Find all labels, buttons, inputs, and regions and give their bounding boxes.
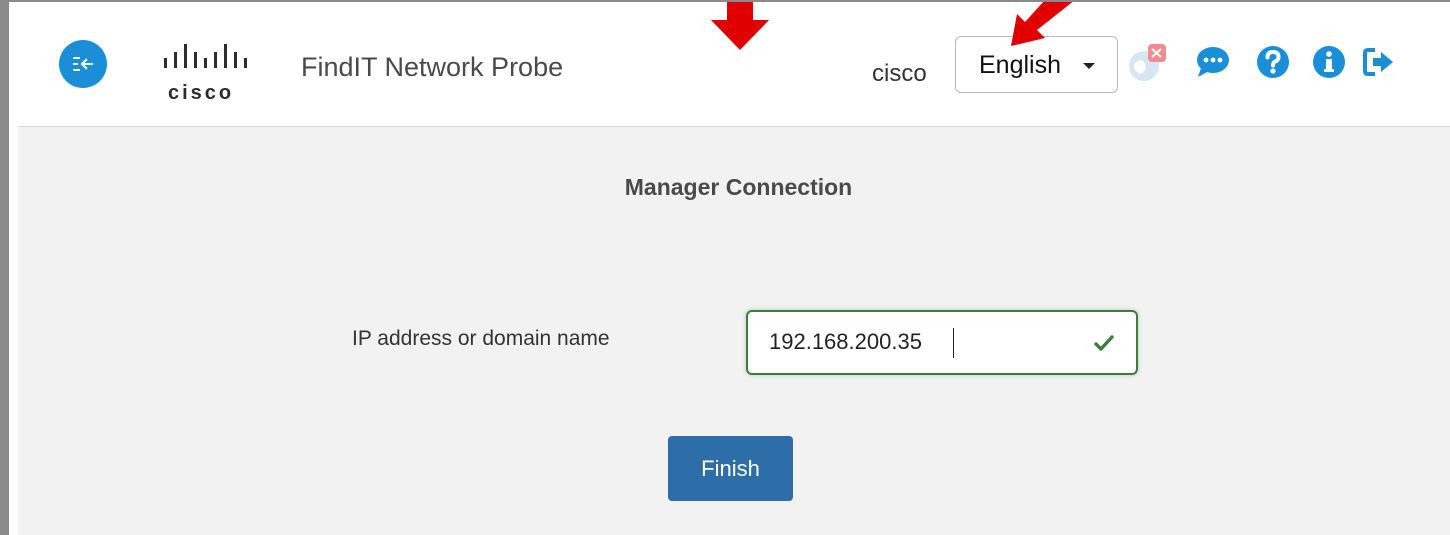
- language-select[interactable]: English: [955, 36, 1118, 93]
- notifications-globe-icon: [1129, 44, 1166, 81]
- help-icon: [1257, 46, 1289, 78]
- logout-icon: [1363, 48, 1393, 76]
- chevron-down-icon: [1083, 63, 1095, 69]
- username-label[interactable]: cisco: [872, 60, 927, 88]
- app-title: FindIT Network Probe: [301, 52, 564, 82]
- valid-check-icon: [1094, 335, 1114, 351]
- language-selected-label: English: [979, 51, 1061, 79]
- info-button[interactable]: [1311, 44, 1347, 80]
- chat-button[interactable]: [1195, 44, 1231, 80]
- text-cursor: [953, 328, 954, 358]
- page-title: Manager Connection: [624, 174, 853, 200]
- collapse-menu-button[interactable]: [59, 40, 107, 88]
- ip-address-input[interactable]: [769, 326, 1069, 358]
- cisco-logo: cisco: [154, 42, 278, 104]
- notifications-button[interactable]: [1128, 44, 1166, 81]
- info-icon: [1313, 46, 1345, 78]
- chat-icon: [1197, 47, 1229, 77]
- ip-address-field[interactable]: [746, 310, 1138, 375]
- top-header: cisco FindIT Network Probe cisco English: [18, 4, 1450, 127]
- app-window: cisco FindIT Network Probe cisco English: [0, 0, 1450, 535]
- finish-button[interactable]: Finish: [668, 436, 793, 501]
- main-content: Manager Connection IP address or domain …: [18, 127, 1450, 535]
- cisco-wordmark: cisco: [168, 82, 235, 104]
- cisco-bars-icon: [164, 44, 247, 68]
- ip-field-label: IP address or domain name: [352, 327, 610, 350]
- logout-button[interactable]: [1361, 44, 1397, 80]
- help-button[interactable]: [1255, 44, 1291, 80]
- collapse-menu-icon: [73, 57, 93, 71]
